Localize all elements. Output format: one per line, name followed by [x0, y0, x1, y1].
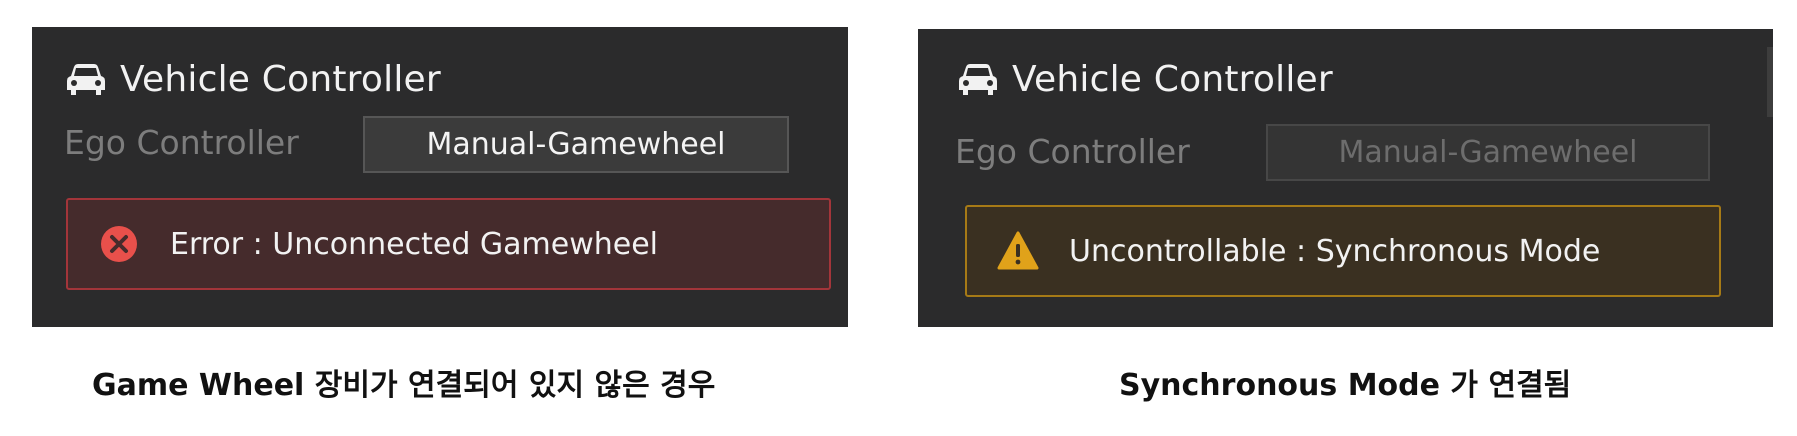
- car-icon: [958, 63, 998, 97]
- warning-alert: Uncontrollable : Synchronous Mode: [965, 205, 1721, 297]
- error-alert: Error : Unconnected Gamewheel: [66, 198, 831, 290]
- ego-controller-label: Ego Controller: [955, 132, 1190, 171]
- panel-title: Vehicle Controller: [120, 59, 441, 100]
- panel-header: Vehicle Controller: [66, 59, 441, 100]
- error-alert-text: Error : Unconnected Gamewheel: [170, 226, 659, 262]
- panel-title: Vehicle Controller: [1012, 59, 1333, 100]
- error-circle-x-icon: [98, 224, 140, 264]
- panel-header: Vehicle Controller: [958, 59, 1333, 100]
- dropdown-value: Manual-Gamewheel: [426, 127, 726, 162]
- caption-right: Synchronous Mode 가 연결됨: [1119, 368, 1572, 403]
- caption-left: Game Wheel 장비가 연결되어 있지 않은 경우: [92, 368, 716, 403]
- warning-triangle-icon: [997, 231, 1039, 271]
- ego-controller-dropdown[interactable]: Manual-Gamewheel: [363, 116, 789, 173]
- warning-alert-text: Uncontrollable : Synchronous Mode: [1069, 233, 1601, 269]
- car-icon: [66, 63, 106, 97]
- panel-scrollbar[interactable]: [1767, 47, 1773, 117]
- vehicle-controller-panel-warning: Vehicle Controller Ego Controller Manual…: [918, 29, 1773, 327]
- dropdown-value: Manual-Gamewheel: [1338, 135, 1638, 170]
- ego-controller-label: Ego Controller: [64, 123, 299, 162]
- ego-controller-dropdown-disabled: Manual-Gamewheel: [1266, 124, 1710, 181]
- vehicle-controller-panel-error: Vehicle Controller Ego Controller Manual…: [32, 27, 848, 327]
